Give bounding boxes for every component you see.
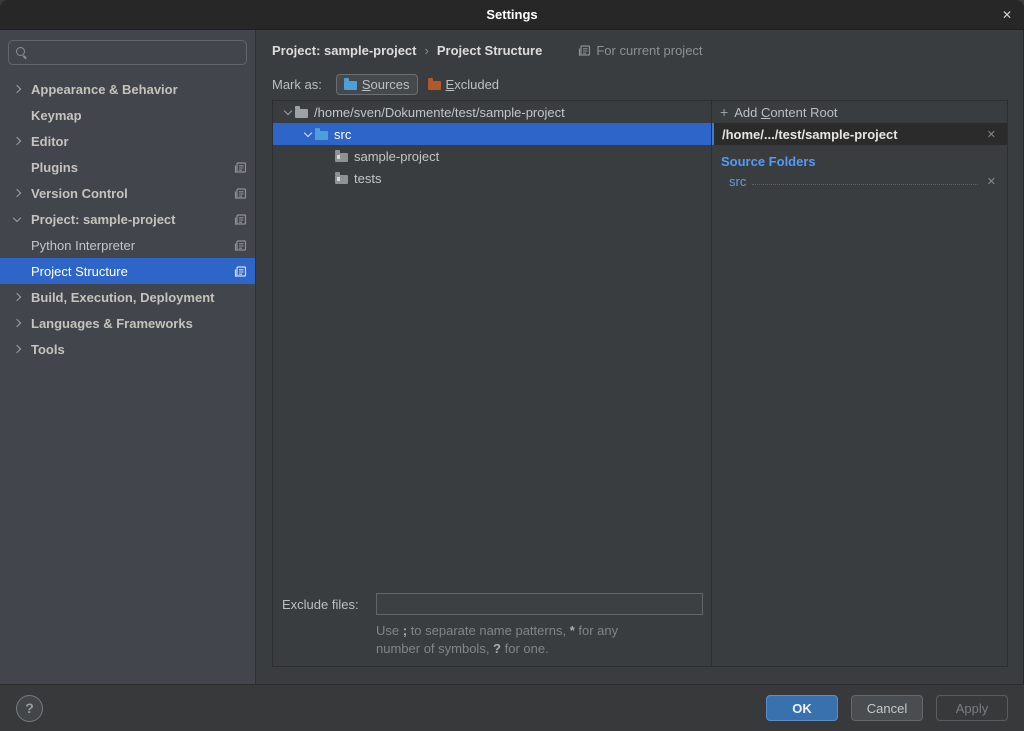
mark-excluded-button[interactable]: Excluded — [420, 74, 507, 95]
apply-button[interactable]: Apply — [936, 695, 1008, 721]
remove-content-root-icon[interactable]: ✕ — [984, 128, 999, 141]
exclude-files-hint: Use ; to separate name patterns, * for a… — [376, 622, 703, 658]
sidebar-item-version-control[interactable]: Version Control — [0, 180, 255, 206]
sidebar-item-tools[interactable]: Tools — [0, 336, 255, 362]
exclude-files-section: Exclude files: Use ; to separate name pa… — [273, 587, 711, 666]
breadcrumb-project-structure[interactable]: Project Structure — [437, 43, 542, 58]
titlebar: Settings ✕ — [0, 0, 1024, 30]
folder-icon — [295, 109, 308, 118]
tree-row-tests[interactable]: tests — [273, 167, 711, 189]
chevron-down-icon — [13, 213, 21, 221]
scope-note-label: For current project — [596, 43, 702, 58]
sidebar-item-project[interactable]: Project: sample-project — [0, 206, 255, 232]
chevron-down-icon — [284, 106, 292, 114]
content-root-tree-panel: /home/sven/Dokumente/test/sample-project… — [272, 100, 712, 667]
content-roots-panel: + Add Content Root /home/.../test/sample… — [712, 100, 1008, 667]
chevron-right-icon — [13, 85, 21, 93]
tree-row-sample-project[interactable]: sample-project — [273, 145, 711, 167]
chevron-right-icon — [13, 293, 21, 301]
chevron-right-icon — [13, 137, 21, 145]
dialog-title: Settings — [486, 7, 537, 22]
remove-source-folder-icon[interactable]: ✕ — [984, 175, 999, 188]
settings-sidebar: Appearance & Behavior Keymap Editor Plug… — [0, 30, 256, 684]
ok-button[interactable]: OK — [766, 695, 838, 721]
help-button[interactable]: ? — [16, 695, 43, 722]
sidebar-item-editor[interactable]: Editor — [0, 128, 255, 154]
breadcrumb-separator: › — [425, 43, 429, 58]
help-icon: ? — [25, 700, 34, 716]
content-root-entry[interactable]: /home/.../test/sample-project ✕ — [712, 123, 1007, 145]
chevron-down-icon — [304, 128, 312, 136]
sidebar-item-plugins[interactable]: Plugins — [0, 154, 255, 180]
mark-as-label: Mark as: — [272, 77, 322, 92]
chevron-right-icon — [13, 319, 21, 327]
mark-excluded-label: Excluded — [446, 77, 499, 92]
per-project-settings-icon — [578, 44, 591, 57]
excluded-folder-icon — [428, 81, 441, 90]
per-project-settings-icon — [234, 187, 247, 200]
sidebar-item-languages-frameworks[interactable]: Languages & Frameworks — [0, 310, 255, 336]
mark-sources-label: Sources — [362, 77, 410, 92]
tree-row-content-root[interactable]: /home/sven/Dokumente/test/sample-project — [273, 101, 711, 123]
chevron-right-icon — [13, 345, 21, 353]
plus-icon: + — [720, 105, 728, 119]
source-folder-name: src — [729, 174, 746, 189]
package-folder-icon — [335, 153, 348, 162]
settings-search-box[interactable] — [8, 40, 247, 65]
settings-dialog: Settings ✕ Appearance & Behavior Keymap … — [0, 0, 1024, 731]
close-icon[interactable]: ✕ — [1002, 0, 1012, 30]
exclude-files-input[interactable] — [376, 593, 703, 615]
per-project-settings-icon — [234, 161, 247, 174]
exclude-files-label: Exclude files: — [282, 597, 376, 612]
source-folder-entry[interactable]: src ✕ — [712, 171, 1007, 191]
source-folder-icon — [315, 131, 328, 140]
package-folder-icon — [335, 175, 348, 184]
sidebar-item-python-interpreter[interactable]: Python Interpreter — [0, 232, 255, 258]
search-input[interactable] — [34, 45, 240, 60]
dotted-leader — [752, 184, 977, 185]
sidebar-item-appearance-behavior[interactable]: Appearance & Behavior — [0, 76, 255, 102]
sidebar-item-project-structure[interactable]: Project Structure — [0, 258, 255, 284]
mark-as-toolbar: Mark as: Sources Excluded — [272, 72, 1008, 96]
per-project-settings-icon — [234, 265, 247, 278]
add-content-root-label: Add Content Root — [734, 105, 837, 120]
mark-sources-button[interactable]: Sources — [336, 74, 418, 95]
sidebar-item-keymap[interactable]: Keymap — [0, 102, 255, 128]
per-project-settings-icon — [234, 239, 247, 252]
source-folders-heading: Source Folders — [712, 145, 1007, 171]
content-root-path: /home/.../test/sample-project — [722, 127, 984, 142]
breadcrumb: Project: sample-project › Project Struct… — [272, 38, 1008, 62]
scope-note: For current project — [578, 43, 702, 58]
add-content-root-button[interactable]: + Add Content Root — [712, 101, 1007, 123]
dialog-footer: ? OK Cancel Apply — [0, 684, 1024, 731]
search-icon — [15, 46, 28, 59]
source-folder-icon — [344, 81, 357, 90]
per-project-settings-icon — [234, 213, 247, 226]
cancel-button[interactable]: Cancel — [851, 695, 923, 721]
sidebar-item-build-execution-deployment[interactable]: Build, Execution, Deployment — [0, 284, 255, 310]
tree-row-src[interactable]: src — [273, 123, 711, 145]
chevron-right-icon — [13, 189, 21, 197]
breadcrumb-project[interactable]: Project: sample-project — [272, 43, 417, 58]
